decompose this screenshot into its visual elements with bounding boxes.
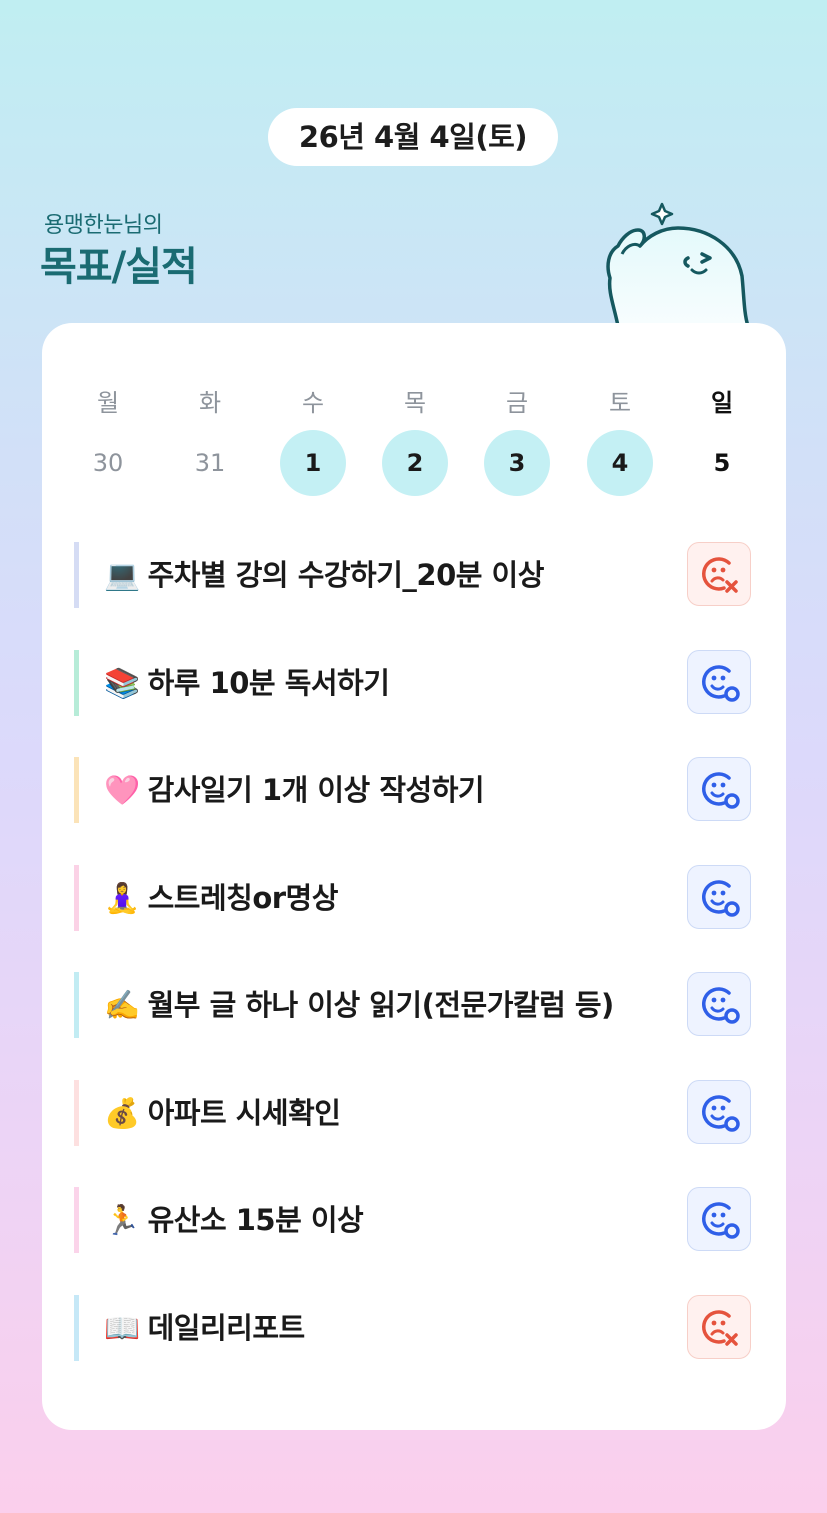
weekday-label: 토 <box>608 389 632 417</box>
day-number[interactable]: 5 <box>687 430 757 496</box>
goal-accent-bar <box>74 1294 79 1361</box>
weekday-label: 목 <box>403 389 427 417</box>
goal-label: 💻 주차별 강의 수강하기_20분 이상 <box>104 542 544 608</box>
goal-text: 유산소 15분 이상 <box>147 1203 364 1237</box>
smile-check-icon <box>702 772 740 809</box>
goal-label: 📚 하루 10분 독서하기 <box>104 650 390 716</box>
day-number[interactable]: 31 <box>175 430 245 496</box>
frown-x-icon <box>702 1309 738 1346</box>
goal-accent-bar <box>74 972 79 1038</box>
frown-x-icon <box>702 557 738 593</box>
smile-check-icon <box>702 987 740 1024</box>
goal-label: 🏃 유산소 15분 이상 <box>104 1187 364 1253</box>
goal-emoji: 🩷 <box>104 773 140 807</box>
goal-label: 📖 데일리리포트 <box>104 1295 305 1361</box>
smile-check-icon <box>702 1094 740 1132</box>
goal-text: 데일리리포트 <box>147 1310 306 1345</box>
weekday-label: 수 <box>301 389 325 417</box>
goals-card: 월 30 화 31 수 1 목 2 금 3 토 4 일 5 💻 주차별 강의 수강하기_20분 이상 📚 하루 … <box>42 323 786 1430</box>
weekday-label: 일 <box>710 389 734 417</box>
goal-accent-bar <box>74 542 79 608</box>
day-number[interactable]: 4 <box>587 430 653 496</box>
goal-item[interactable]: 💰 아파트 시세확인 <box>74 1079 764 1146</box>
goal-emoji: ✍️ <box>104 988 140 1022</box>
status-fail-button[interactable] <box>687 1294 751 1359</box>
status-success-button[interactable] <box>687 1187 751 1251</box>
goal-emoji: 💻 <box>104 558 140 592</box>
goal-emoji: 📚 <box>104 665 140 700</box>
goal-text: 스트레칭or명상 <box>147 880 339 915</box>
goal-text: 아파트 시세확인 <box>147 1095 341 1130</box>
mascot-illustration <box>606 202 750 326</box>
goal-label: ✍️ 월부 글 하나 이상 읽기(전문가칼럼 등) <box>104 972 614 1038</box>
status-success-button[interactable] <box>687 649 751 714</box>
weekday-label: 화 <box>198 389 222 417</box>
status-success-button[interactable] <box>687 757 751 821</box>
goal-text: 주차별 강의 수강하기_20분 이상 <box>147 558 545 592</box>
goal-text: 감사일기 1개 이상 작성하기 <box>147 773 485 807</box>
weekday-label: 월 <box>96 389 120 417</box>
goal-item[interactable]: ✍️ 월부 글 하나 이상 읽기(전문가칼럼 등) <box>74 972 764 1038</box>
day-number[interactable]: 3 <box>484 430 550 496</box>
goal-accent-bar <box>74 864 79 931</box>
goal-item[interactable]: 🩷 감사일기 1개 이상 작성하기 <box>74 757 764 823</box>
goal-accent-bar <box>74 1187 79 1253</box>
goal-emoji: 📖 <box>104 1310 140 1345</box>
goal-accent-bar <box>74 649 79 716</box>
goal-accent-bar <box>74 1079 79 1146</box>
goal-item[interactable]: 🧘‍♀️ 스트레칭or명상 <box>74 864 764 931</box>
smile-check-icon <box>702 879 740 917</box>
goal-item[interactable]: 📖 데일리리포트 <box>74 1294 764 1361</box>
goal-item[interactable]: 📚 하루 10분 독서하기 <box>74 649 764 716</box>
goal-label: 🧘‍♀️ 스트레칭or명상 <box>104 865 338 931</box>
brand-title: 목표/실적 <box>40 244 198 290</box>
date-label[interactable]: 26년 4월 4일(토) <box>268 108 558 166</box>
goal-item[interactable]: 💻 주차별 강의 수강하기_20분 이상 <box>74 542 764 608</box>
goal-emoji: 🏃 <box>104 1203 140 1237</box>
status-success-button[interactable] <box>687 1079 751 1144</box>
day-number[interactable]: 30 <box>73 430 143 496</box>
goal-accent-bar <box>74 757 79 823</box>
goal-item[interactable]: 🏃 유산소 15분 이상 <box>74 1187 764 1253</box>
goal-emoji: 🧘‍♀️ <box>104 880 140 915</box>
goal-text: 월부 글 하나 이상 읽기(전문가칼럼 등) <box>147 988 615 1022</box>
status-success-button[interactable] <box>687 864 751 929</box>
smile-check-icon <box>702 1202 740 1239</box>
day-number[interactable]: 2 <box>382 430 448 496</box>
day-number[interactable]: 1 <box>280 430 346 496</box>
goal-label: 💰 아파트 시세확인 <box>104 1080 341 1146</box>
goal-text: 하루 10분 독서하기 <box>147 665 390 700</box>
weekday-label: 금 <box>505 389 529 417</box>
status-success-button[interactable] <box>687 972 751 1036</box>
goal-label: 🩷 감사일기 1개 이상 작성하기 <box>104 757 485 823</box>
status-fail-button[interactable] <box>687 542 751 606</box>
smile-check-icon <box>702 664 740 702</box>
goal-emoji: 💰 <box>104 1095 140 1130</box>
